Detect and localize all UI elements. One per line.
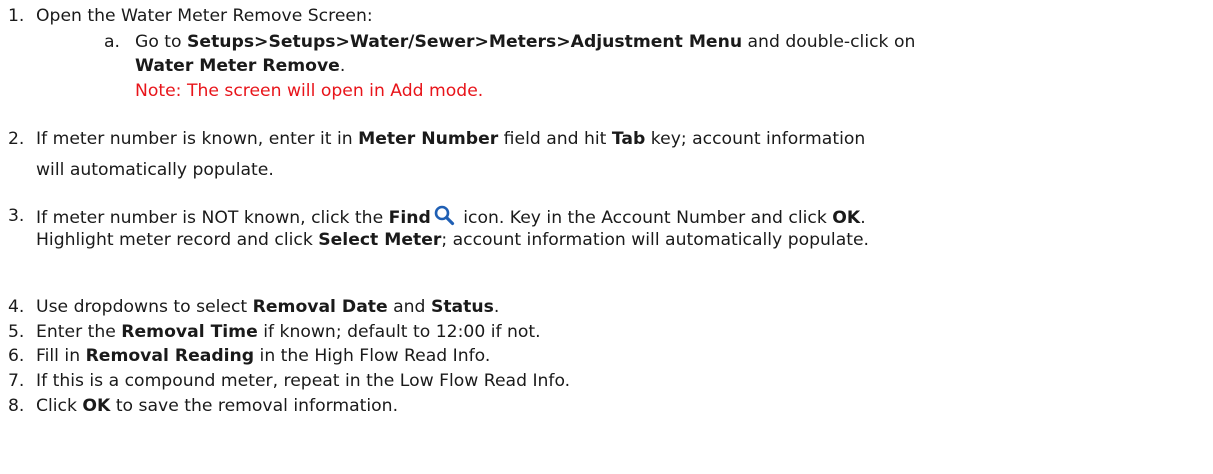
text-run: If meter number is NOT known, click the [36,208,389,228]
text-run: Go to [135,32,188,52]
step-text-line: Use dropdowns to select Removal Date and… [36,295,499,319]
bold-term: Removal Date [252,297,388,317]
add-mode-note: Note: The screen will open in Add mode. [135,81,484,101]
step-text-line: Fill in Removal Reading in the High Flow… [36,344,490,368]
substep-text-line: Water Meter Remove. [135,54,345,78]
step-number: 8. [8,396,25,416]
text-run: will automatically populate. [36,160,274,180]
bold-term: Removal Time [121,322,258,342]
substep-text-line: Go to Setups>Setups>Water/Sewer>Meters>A… [135,30,915,54]
text-run: Highlight meter record and click [36,230,319,250]
step-text-line: Open the Water Meter Remove Screen: [36,4,373,28]
step-text-line: If meter number is known, enter it in Me… [36,127,865,151]
step-text-line: Enter the Removal Time if known; default… [36,320,541,344]
step-text-line: Highlight meter record and click Select … [36,228,869,252]
text-run: Fill in [36,346,86,366]
bold-term: Find [388,208,431,228]
text-run: ; account information will automatically… [441,230,870,250]
bold-term: Removal Reading [85,346,255,366]
step-number: 3. [8,206,25,226]
bold-term: Water Meter Remove [135,56,340,76]
step-text-line: If this is a compound meter, repeat in t… [36,369,570,393]
text-run: Enter the [36,322,122,342]
step-number: 7. [8,371,25,391]
step-number: 6. [8,346,25,366]
text-run: Open the Water Meter Remove Screen: [36,6,373,26]
text-run: If this is a compound meter, repeat in t… [36,371,571,391]
step-text-line: If meter number is NOT known, click the … [36,204,866,230]
bold-term: OK [82,396,111,416]
text-run: . [860,208,866,228]
bold-term: Setups>Setups>Water/Sewer>Meters>Adjustm… [187,32,743,52]
text-run: . [493,297,500,317]
text-run: in the High Flow Read Info. [254,346,491,366]
bold-term: OK [832,208,861,228]
text-run: If meter number is known, enter it in [36,129,359,149]
text-run: to save the removal information. [110,396,399,416]
bold-term: Tab [611,129,646,149]
text-run: icon. Key in the Account Number and clic… [457,208,833,228]
step-text-line: will automatically populate. [36,158,274,182]
step-number: 5. [8,322,25,342]
search-icon [434,205,454,226]
text-run: . [339,56,346,76]
bold-term: Status [430,297,494,317]
instructions-document: 1. Open the Water Meter Remove Screen: 2. I… [0,0,1213,474]
step-text-line: Click OK to save the removal information… [36,394,398,418]
text-run: key; account information [645,129,866,149]
text-run: Click [36,396,83,416]
step-number: 2. [8,129,25,149]
text-run: and double-click on [742,32,916,52]
text-run: field and hit [498,129,612,149]
bold-term: Meter Number [358,129,499,149]
step-number: 4. [8,297,25,317]
text-run: Use dropdowns to select [36,297,253,317]
step-number: 1. [8,6,25,26]
text-run: and [387,297,431,317]
substep-letter: a. [104,32,120,52]
text-run: if known; default to 12:00 if not. [257,322,541,342]
bold-term: Select Meter [318,230,442,250]
